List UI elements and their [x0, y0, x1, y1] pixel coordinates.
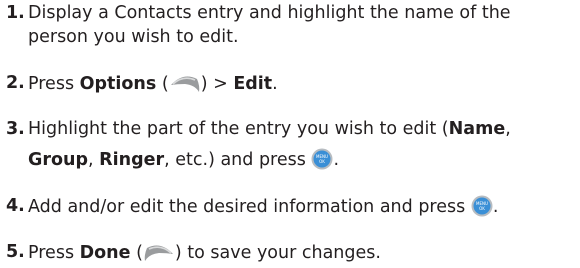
- svg-text:OK: OK: [479, 206, 485, 211]
- right-softkey-icon: [170, 76, 199, 92]
- step-number: 5.: [6, 242, 25, 262]
- name-label: Name: [448, 119, 506, 139]
- menu-ok-key-icon: MENU OK: [471, 195, 493, 217]
- done-label: Done: [79, 243, 131, 263]
- menu-ok-key-icon: MENU OK: [311, 148, 333, 170]
- group-label: Group: [28, 150, 89, 170]
- step-number: 4.: [6, 196, 25, 216]
- left-softkey-icon: [144, 245, 173, 261]
- step-text-line-2: person you wish to edit.: [28, 27, 239, 47]
- instruction-steps: 1. Display a Contacts entry and highligh…: [0, 0, 580, 268]
- step-number: 1.: [6, 3, 25, 23]
- step-text-line-1: Highlight the part of the entry you wish…: [28, 119, 511, 139]
- step-number: 2.: [6, 73, 25, 93]
- edit-label: Edit: [233, 74, 273, 94]
- step-text-line-2: Group, Ringer, etc.) and press MENU OK .: [28, 148, 340, 170]
- step-text: Press Options ( ) > Edit.: [28, 74, 278, 94]
- step-text: Add and/or edit the desired information …: [28, 195, 499, 217]
- step-number: 3.: [6, 119, 25, 139]
- options-label: Options: [79, 74, 157, 94]
- ringer-label: Ringer: [99, 150, 165, 170]
- step-text-line-1: Display a Contacts entry and highlight t…: [28, 3, 511, 23]
- svg-text:OK: OK: [320, 159, 326, 164]
- step-text: Press Done ( ) to save your changes.: [28, 243, 381, 263]
